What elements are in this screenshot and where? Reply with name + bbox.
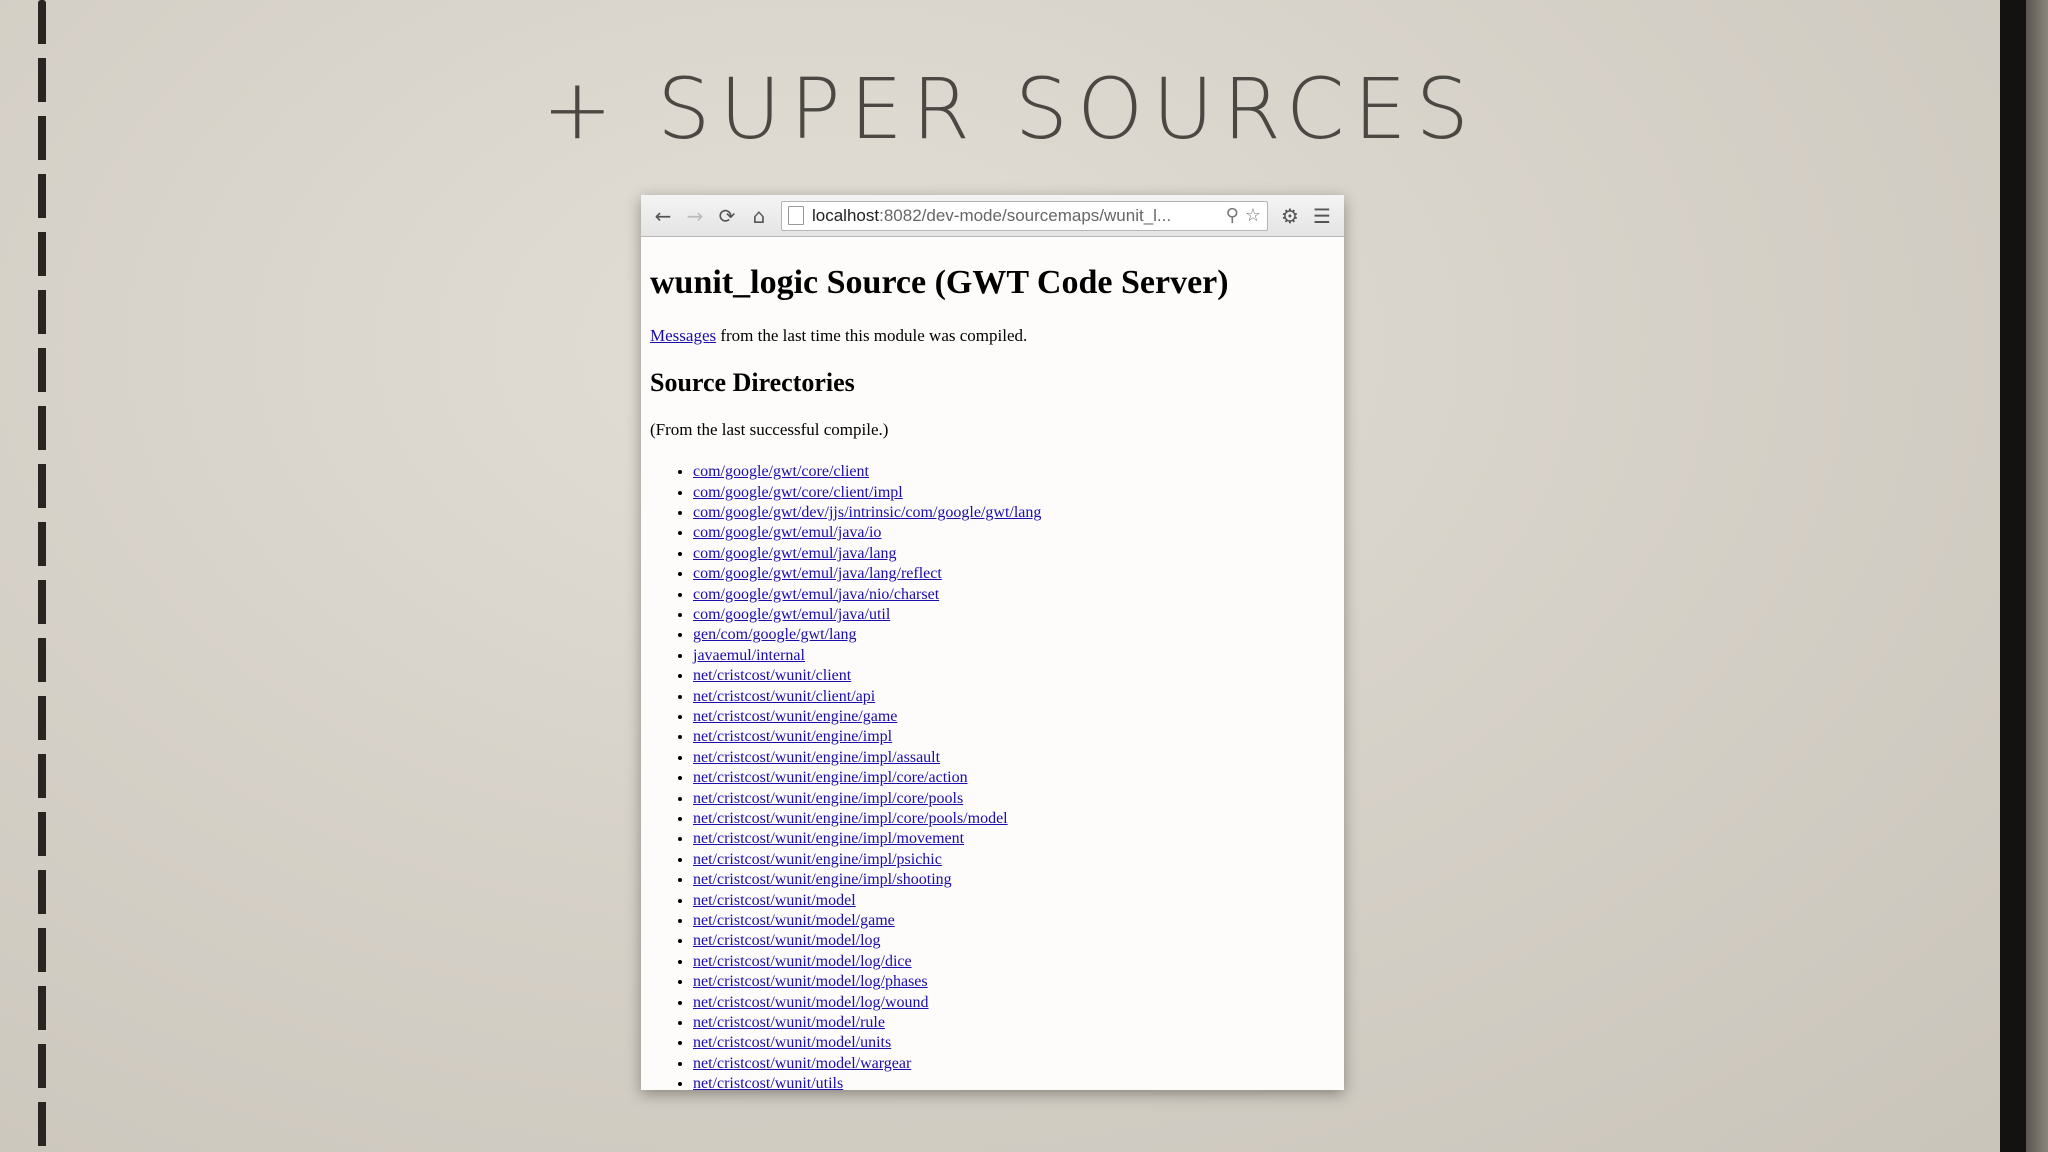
list-item: net/cristcost/wunit/model/rule (693, 1013, 1335, 1033)
list-item: net/cristcost/wunit/engine/impl/assault (693, 748, 1335, 768)
directory-link[interactable]: com/google/gwt/emul/java/lang/reflect (693, 565, 942, 582)
directory-link[interactable]: net/cristcost/wunit/model/log (693, 932, 881, 949)
directory-link[interactable]: net/cristcost/wunit/model (693, 892, 856, 909)
directory-link[interactable]: net/cristcost/wunit/utils (693, 1075, 843, 1090)
directory-link[interactable]: net/cristcost/wunit/model/log/dice (693, 953, 912, 970)
directory-link[interactable]: net/cristcost/wunit/client/api (693, 688, 875, 705)
hamburger-menu-icon: ☰ (1313, 203, 1331, 228)
list-item: net/cristcost/wunit/model/log/dice (693, 952, 1335, 972)
search-icon[interactable]: ⚲ (1226, 205, 1239, 226)
directory-link[interactable]: com/google/gwt/emul/java/lang (693, 545, 897, 562)
directory-link[interactable]: net/cristcost/wunit/engine/impl/movement (693, 830, 964, 847)
list-item: javaemul/internal (693, 646, 1335, 666)
directory-link[interactable]: net/cristcost/wunit/model/wargear (693, 1055, 911, 1072)
directory-link[interactable]: net/cristcost/wunit/model/log/phases (693, 973, 928, 990)
list-item: com/google/gwt/dev/jjs/intrinsic/com/goo… (693, 503, 1335, 523)
directory-link[interactable]: net/cristcost/wunit/engine/impl/core/poo… (693, 790, 963, 807)
list-item: net/cristcost/wunit/engine/impl (693, 727, 1335, 747)
url-text[interactable]: localhost:8082/dev-mode/sourcemaps/wunit… (812, 206, 1220, 226)
list-item: net/cristcost/wunit/engine/game (693, 707, 1335, 727)
page-edge-shadow (2026, 0, 2048, 1152)
list-item: com/google/gwt/core/client (693, 462, 1335, 482)
list-item: com/google/gwt/core/client/impl (693, 483, 1335, 503)
url-host: localhost (812, 205, 880, 225)
gear-icon: ⚙ (1281, 203, 1299, 228)
list-item: net/cristcost/wunit/model/log/wound (693, 993, 1335, 1013)
page-title: wunit_logic Source (GWT Code Server) (650, 264, 1229, 301)
forward-arrow-icon: → (686, 203, 704, 228)
home-icon: ⌂ (752, 203, 766, 228)
messages-paragraph: Messages from the last time this module … (650, 326, 1335, 346)
directory-link[interactable]: net/cristcost/wunit/model/rule (693, 1014, 885, 1031)
page-edge (2000, 0, 2026, 1152)
directory-link[interactable]: com/google/gwt/core/client/impl (693, 484, 903, 501)
list-item: net/cristcost/wunit/client (693, 666, 1335, 686)
url-path: :8082/dev-mode/sourcemaps/wunit_l... (879, 205, 1172, 225)
list-item: net/cristcost/wunit/model/units (693, 1033, 1335, 1053)
source-directory-list: com/google/gwt/core/client com/google/gwt… (650, 462, 1335, 1090)
section-title: Source Directories (650, 368, 855, 398)
forward-button[interactable]: → (679, 200, 711, 232)
list-item: com/google/gwt/emul/java/nio/charset (693, 585, 1335, 605)
directory-link[interactable]: com/google/gwt/dev/jjs/intrinsic/com/goo… (693, 504, 1041, 521)
list-item: com/google/gwt/emul/java/lang (693, 544, 1335, 564)
notebook-binding (38, 0, 46, 1152)
list-item: net/cristcost/wunit/model/log/phases (693, 972, 1335, 992)
directory-link[interactable]: net/cristcost/wunit/engine/impl/core/act… (693, 769, 968, 786)
compile-note: (From the last successful compile.) (650, 420, 889, 440)
list-item: net/cristcost/wunit/engine/impl/shooting (693, 870, 1335, 890)
directory-link[interactable]: com/google/gwt/emul/java/nio/charset (693, 586, 939, 603)
list-item: com/google/gwt/emul/java/util (693, 605, 1335, 625)
directory-link[interactable]: com/google/gwt/emul/java/util (693, 606, 890, 623)
list-item: net/cristcost/wunit/model/log (693, 931, 1335, 951)
messages-text: from the last time this module was compi… (716, 326, 1028, 346)
list-item: gen/com/google/gwt/lang (693, 625, 1335, 645)
page-icon (788, 206, 804, 225)
directory-link[interactable]: net/cristcost/wunit/engine/impl/core/poo… (693, 810, 1008, 827)
list-item: net/cristcost/wunit/model/game (693, 911, 1335, 931)
browser-toolbar: ← → ⟳ ⌂ localhost:8082/dev-mode/sourcema… (641, 195, 1344, 237)
home-button[interactable]: ⌂ (743, 200, 775, 232)
settings-button[interactable]: ⚙ (1274, 200, 1306, 232)
list-item: net/cristcost/wunit/model (693, 891, 1335, 911)
menu-button[interactable]: ☰ (1306, 200, 1338, 232)
directory-link[interactable]: net/cristcost/wunit/engine/game (693, 708, 897, 725)
list-item: com/google/gwt/emul/java/io (693, 523, 1335, 543)
reload-button[interactable]: ⟳ (711, 200, 743, 232)
directory-link[interactable]: net/cristcost/wunit/engine/impl/shooting (693, 871, 952, 888)
messages-link[interactable]: Messages (650, 326, 716, 345)
slide-title: + SUPER SOURCES (542, 60, 1478, 158)
page-content: wunit_logic Source (GWT Code Server) Mes… (641, 237, 1344, 1090)
directory-link[interactable]: gen/com/google/gwt/lang (693, 626, 857, 643)
list-item: net/cristcost/wunit/engine/impl/psichic (693, 850, 1335, 870)
list-item: com/google/gwt/emul/java/lang/reflect (693, 564, 1335, 584)
list-item: net/cristcost/wunit/engine/impl/movement (693, 829, 1335, 849)
list-item: net/cristcost/wunit/model/wargear (693, 1054, 1335, 1074)
list-item: net/cristcost/wunit/engine/impl/core/poo… (693, 789, 1335, 809)
directory-link[interactable]: net/cristcost/wunit/model/game (693, 912, 895, 929)
list-item: net/cristcost/wunit/utils (693, 1074, 1335, 1090)
list-item: net/cristcost/wunit/client/api (693, 687, 1335, 707)
directory-link[interactable]: net/cristcost/wunit/client (693, 667, 851, 684)
back-arrow-icon: ← (654, 203, 672, 228)
star-icon[interactable]: ☆ (1245, 205, 1261, 226)
browser-window: ← → ⟳ ⌂ localhost:8082/dev-mode/sourcema… (641, 195, 1344, 1090)
directory-link[interactable]: com/google/gwt/core/client (693, 463, 869, 480)
directory-link[interactable]: net/cristcost/wunit/engine/impl/psichic (693, 851, 942, 868)
back-button[interactable]: ← (647, 200, 679, 232)
list-item: net/cristcost/wunit/engine/impl/core/act… (693, 768, 1335, 788)
list-item: net/cristcost/wunit/engine/impl/core/poo… (693, 809, 1335, 829)
reload-icon: ⟳ (718, 203, 736, 228)
directory-link[interactable]: net/cristcost/wunit/engine/impl/assault (693, 749, 940, 766)
address-bar[interactable]: localhost:8082/dev-mode/sourcemaps/wunit… (781, 200, 1268, 231)
directory-link[interactable]: net/cristcost/wunit/model/units (693, 1034, 891, 1051)
directory-link[interactable]: javaemul/internal (693, 647, 805, 664)
directory-link[interactable]: net/cristcost/wunit/engine/impl (693, 728, 892, 745)
directory-link[interactable]: net/cristcost/wunit/model/log/wound (693, 994, 929, 1011)
directory-link[interactable]: com/google/gwt/emul/java/io (693, 524, 881, 541)
